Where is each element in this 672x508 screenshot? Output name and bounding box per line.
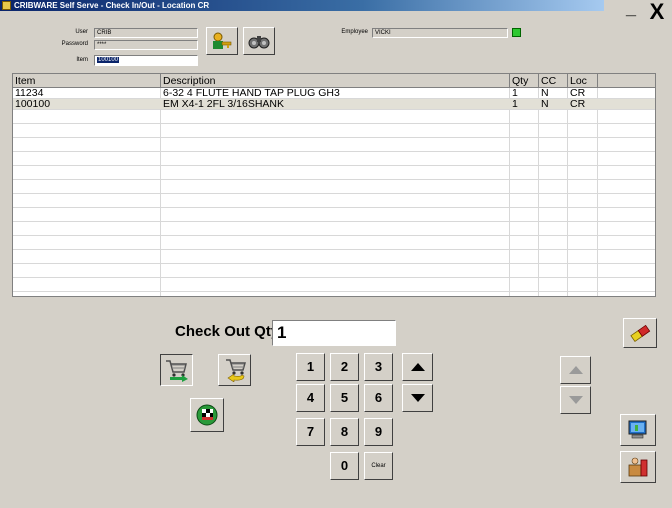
table-row-empty xyxy=(13,180,655,194)
table-row-empty xyxy=(13,138,655,152)
user-label: User xyxy=(75,29,88,35)
table-row[interactable]: 11234 6-32 4 FLUTE HAND TAP PLUG GH3 1 N… xyxy=(13,88,655,99)
table-row-empty xyxy=(13,152,655,166)
lookup-button[interactable] xyxy=(243,27,275,55)
checkout-qty-label: Check Out Qty: xyxy=(175,323,285,340)
key-6[interactable]: 6 xyxy=(364,384,393,412)
table-row-empty xyxy=(13,208,655,222)
checkered-flag-icon xyxy=(196,404,218,426)
user-field[interactable]: CRIB xyxy=(94,28,198,38)
finish-button[interactable] xyxy=(190,398,224,432)
table-row-empty xyxy=(13,250,655,264)
key-3[interactable]: 3 xyxy=(364,353,393,381)
cart-return-icon xyxy=(225,359,246,382)
key-person-icon xyxy=(213,32,232,49)
cell-qty: 1 xyxy=(512,88,518,98)
cell-item: 100100 xyxy=(15,99,51,109)
password-label: Password xyxy=(61,41,88,47)
cell-loc: CR xyxy=(570,99,586,109)
cell-loc: CR xyxy=(570,88,586,98)
user-value: CRIB xyxy=(97,30,112,36)
column-header-cc[interactable]: CC xyxy=(539,74,568,87)
employee-value: VICKI xyxy=(375,30,391,36)
close-button[interactable]: X xyxy=(645,1,669,24)
table-row-empty xyxy=(13,278,655,292)
arrow-down-icon xyxy=(410,394,425,402)
table-row-empty xyxy=(13,110,655,124)
key-4[interactable]: 4 xyxy=(296,384,325,412)
key-8[interactable]: 8 xyxy=(330,418,359,446)
remove-item-button[interactable] xyxy=(623,318,657,348)
cell-item: 11234 xyxy=(15,88,44,98)
computer-button[interactable] xyxy=(620,414,656,446)
table-row-empty xyxy=(13,166,655,180)
items-table[interactable]: Item Description Qty CC Loc 11234 6-32 4… xyxy=(12,73,656,297)
cell-cc: N xyxy=(541,88,549,98)
minimize-button[interactable]: _ xyxy=(620,0,642,22)
table-header: Item Description Qty CC Loc xyxy=(13,74,655,88)
box-exit-icon xyxy=(628,457,648,477)
password-value: **** xyxy=(97,42,107,48)
table-row[interactable]: 100100 EM X4-1 2FL 3/16SHANK 1 N CR xyxy=(13,99,655,110)
table-row-empty xyxy=(13,236,655,250)
clear-button[interactable]: Clear xyxy=(364,452,393,480)
item-input[interactable]: 100100 xyxy=(94,55,198,66)
list-up-button[interactable] xyxy=(560,356,591,384)
key-1[interactable]: 1 xyxy=(296,353,325,381)
cell-description: 6-32 4 FLUTE HAND TAP PLUG GH3 xyxy=(163,88,340,98)
column-header-loc[interactable]: Loc xyxy=(568,74,598,87)
password-field[interactable]: **** xyxy=(94,40,198,50)
arrow-down-icon xyxy=(568,396,583,404)
checkin-mode-button[interactable] xyxy=(218,354,251,386)
column-header-item[interactable]: Item xyxy=(13,74,161,87)
cell-description: EM X4-1 2FL 3/16SHANK xyxy=(163,99,284,109)
item-label: Item xyxy=(76,57,88,63)
column-header-description[interactable]: Description xyxy=(161,74,510,87)
key-0[interactable]: 0 xyxy=(330,452,359,480)
login-button[interactable] xyxy=(206,27,238,55)
eraser-icon xyxy=(630,324,651,342)
exit-button[interactable] xyxy=(620,451,656,483)
table-row-empty xyxy=(13,222,655,236)
table-row-empty xyxy=(13,264,655,278)
key-7[interactable]: 7 xyxy=(296,418,325,446)
key-5[interactable]: 5 xyxy=(330,384,359,412)
column-header-qty[interactable]: Qty xyxy=(510,74,539,87)
key-9[interactable]: 9 xyxy=(364,418,393,446)
binoculars-icon xyxy=(248,36,270,49)
computer-icon xyxy=(628,420,647,439)
cell-cc: N xyxy=(541,99,549,109)
window-title: CRIBWARE Self Serve - Check In/Out - Loc… xyxy=(14,1,210,10)
table-row-empty xyxy=(13,124,655,138)
title-bar: CRIBWARE Self Serve - Check In/Out - Loc… xyxy=(0,0,672,28)
table-row-empty xyxy=(13,194,655,208)
cart-checkout-icon xyxy=(165,360,188,382)
key-2[interactable]: 2 xyxy=(330,353,359,381)
checkout-mode-button[interactable] xyxy=(160,354,193,386)
employee-field[interactable]: VICKI xyxy=(372,28,508,38)
item-value: 100100 xyxy=(97,57,120,63)
checkout-qty-input[interactable]: 1 xyxy=(272,320,396,346)
employee-label: Employee xyxy=(341,29,368,35)
arrow-up-icon xyxy=(568,366,583,374)
app-icon xyxy=(2,1,11,10)
status-indicator xyxy=(512,28,521,37)
title-bar-strip: CRIBWARE Self Serve - Check In/Out - Loc… xyxy=(0,0,604,11)
qty-down-button[interactable] xyxy=(402,384,433,412)
cell-qty: 1 xyxy=(512,99,518,109)
list-down-button[interactable] xyxy=(560,386,591,414)
qty-up-button[interactable] xyxy=(402,353,433,381)
arrow-up-icon xyxy=(410,363,425,371)
